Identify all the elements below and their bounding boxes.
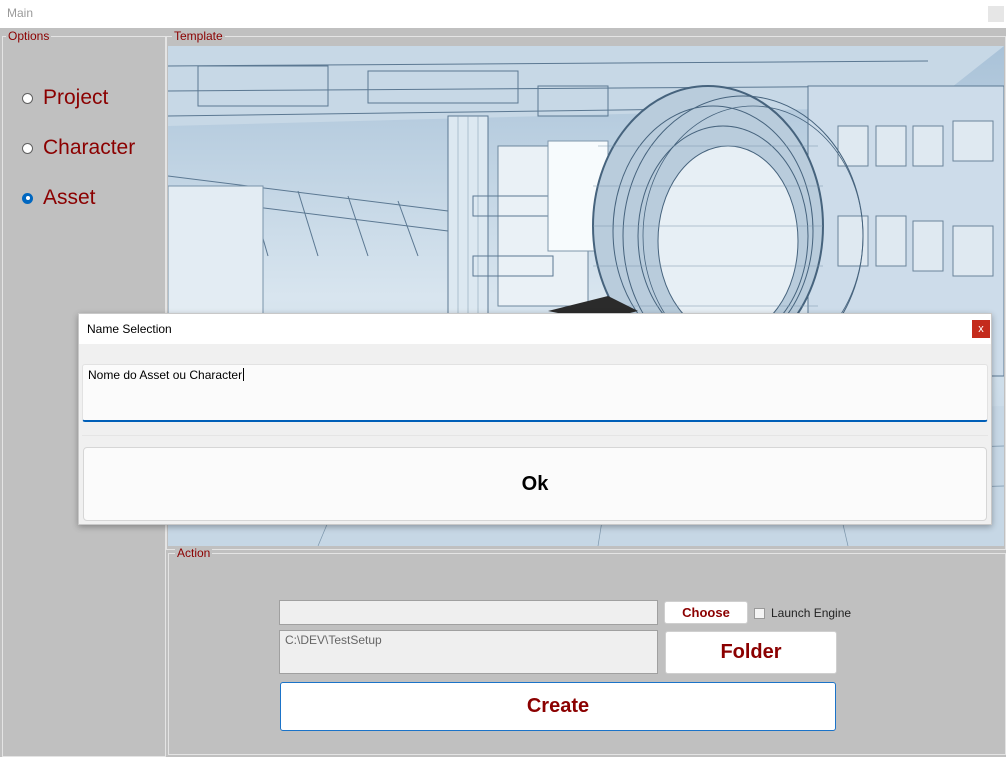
dialog-divider bbox=[82, 435, 988, 436]
launch-engine-label: Launch Engine bbox=[771, 606, 852, 620]
path-field-value: C:\DEV\TestSetup bbox=[285, 633, 382, 647]
create-button-label: Create bbox=[526, 695, 590, 717]
radio-character[interactable]: Character bbox=[22, 136, 135, 160]
name-input[interactable]: Nome do Asset ou Character bbox=[82, 364, 988, 422]
radio-asset-label[interactable]: Asset bbox=[43, 186, 96, 210]
folder-button[interactable]: Folder bbox=[665, 631, 837, 674]
name-selection-dialog: Name Selection x Nome do Asset ou Charac… bbox=[78, 313, 992, 525]
close-icon[interactable]: x bbox=[972, 320, 990, 338]
title-bar: Main bbox=[0, 0, 1006, 28]
file-input[interactable] bbox=[279, 600, 658, 625]
ok-button[interactable]: Ok bbox=[83, 447, 987, 521]
radio-project-label[interactable]: Project bbox=[43, 86, 108, 110]
radio-project[interactable]: Project bbox=[22, 86, 108, 110]
options-legend: Options bbox=[6, 29, 52, 43]
radio-character-circle[interactable] bbox=[22, 142, 33, 154]
window-control-button[interactable] bbox=[988, 6, 1004, 22]
radio-project-circle[interactable] bbox=[22, 92, 33, 104]
close-label[interactable]: x bbox=[978, 323, 984, 335]
radio-asset-circle[interactable] bbox=[22, 192, 33, 204]
folder-button-label: Folder bbox=[720, 641, 782, 663]
dialog-header: Name Selection x bbox=[79, 314, 991, 344]
text-caret bbox=[243, 368, 245, 381]
ok-button-label: Ok bbox=[521, 472, 549, 495]
path-field[interactable]: C:\DEV\TestSetup bbox=[279, 630, 658, 674]
name-input-text[interactable]: Nome do Asset ou Character bbox=[88, 368, 245, 382]
choose-button[interactable]: Choose bbox=[664, 601, 748, 624]
radio-character-label[interactable]: Character bbox=[43, 136, 135, 160]
name-input-value[interactable]: Nome do Asset ou Character bbox=[88, 368, 242, 382]
launch-engine-checkbox[interactable]: Launch Engine bbox=[754, 606, 851, 620]
template-legend: Template bbox=[172, 29, 225, 43]
choose-button-label: Choose bbox=[682, 605, 730, 620]
radio-asset[interactable]: Asset bbox=[22, 186, 96, 210]
launch-engine-check-box[interactable] bbox=[754, 607, 765, 619]
action-legend: Action bbox=[175, 546, 213, 560]
create-button[interactable]: Create bbox=[280, 682, 836, 731]
dialog-title: Name Selection bbox=[87, 322, 172, 336]
window-title: Main bbox=[7, 6, 34, 20]
